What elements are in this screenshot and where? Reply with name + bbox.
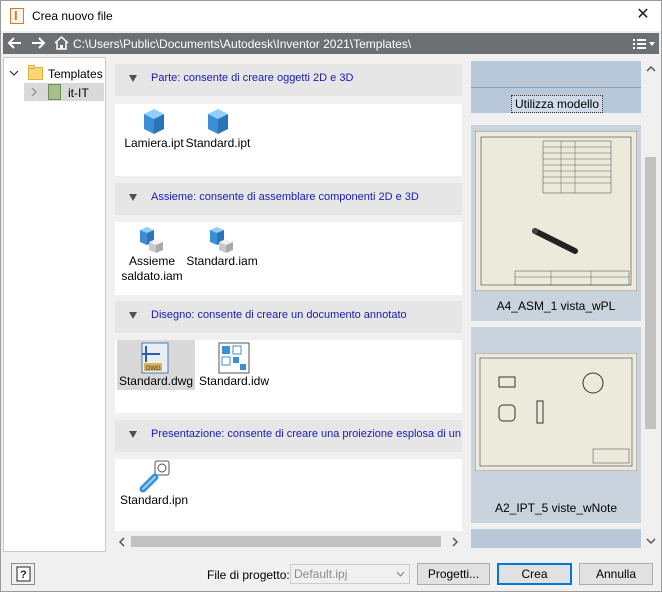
collapse-triangle-icon[interactable]: [129, 194, 137, 201]
window-title: Crea nuovo file: [32, 9, 113, 23]
horizontal-scrollbar[interactable]: [115, 533, 462, 550]
scroll-left-icon[interactable]: [118, 537, 126, 547]
section-header-drawing[interactable]: Disegno: consente di creare un documento…: [115, 301, 462, 333]
section-body-assembly: Assieme saldato.iam Standard.iam: [115, 222, 462, 295]
template-tile-standard-ipn[interactable]: Standard.ipn: [115, 459, 193, 508]
tree-label-templates: Templates: [48, 67, 103, 81]
chevron-right-icon[interactable]: [30, 87, 38, 97]
path-bar: C:\Users\Public\Documents\Autodesk\Inven…: [3, 33, 659, 54]
tree-item-templates[interactable]: Templates: [6, 64, 105, 82]
project-file-value: Default.ipj: [294, 567, 348, 581]
section-title-assembly: Assieme: consente di assemblare componen…: [151, 191, 419, 203]
collapse-triangle-icon[interactable]: [129, 431, 137, 438]
help-icon: ?: [16, 566, 31, 582]
presentation-icon: [139, 460, 170, 493]
section-body-part: Lamiera.ipt Standard.ipt: [115, 104, 462, 176]
section-title-part: Parte: consente di creare oggetti 2D e 3…: [151, 72, 354, 84]
section-header-assembly[interactable]: Assieme: consente di assemblare componen…: [115, 183, 462, 215]
section-header-part[interactable]: Parte: consente di creare oggetti 2D e 3…: [115, 64, 462, 96]
tree-label-it-it: it-IT: [68, 86, 89, 100]
idw-icon: [218, 342, 250, 374]
view-options-icon[interactable]: [631, 36, 657, 51]
inventor-app-icon: [10, 8, 24, 24]
scroll-thumb[interactable]: [645, 157, 656, 429]
section-title-presentation: Presentazione: consente di creare una pr…: [151, 428, 462, 440]
chevron-down-icon: [396, 571, 405, 577]
project-file-select[interactable]: Default.ipj: [290, 564, 410, 584]
preview-caption: A4_ASM_1 vista_wPL: [496, 299, 616, 313]
locale-folder-icon: [48, 84, 61, 100]
template-label: Standard.ipn: [119, 493, 189, 507]
chevron-down-icon[interactable]: [9, 68, 19, 78]
assembly-icon: [140, 227, 163, 253]
help-button[interactable]: ?: [11, 563, 35, 585]
preview-top-partial: Utilizza modello: [471, 61, 641, 113]
template-list: Parte: consente di creare oggetti 2D e 3…: [115, 61, 462, 548]
title-bar: Crea nuovo file ✕: [1, 1, 661, 31]
section-body-presentation: Standard.ipn: [115, 459, 462, 531]
close-icon[interactable]: ✕: [633, 5, 653, 25]
section-header-presentation[interactable]: Presentazione: consente di creare una pr…: [115, 420, 462, 452]
scroll-right-icon[interactable]: [451, 537, 459, 547]
template-label: Standard.iam: [186, 254, 258, 268]
section-title-drawing: Disegno: consente di creare un documento…: [151, 309, 407, 321]
template-label: Standard.idw: [198, 374, 270, 388]
collapse-triangle-icon[interactable]: [129, 312, 137, 319]
home-icon[interactable]: [54, 35, 69, 50]
use-template-button[interactable]: Utilizza modello: [511, 95, 603, 113]
folder-tree: Templates it-IT: [3, 57, 106, 552]
preview-caption: A2_IPT_5 viste_wNote: [494, 501, 618, 515]
preview-panel: Utilizza modello A4_ASM_1 vista_wPL A2_I…: [470, 61, 642, 548]
cancel-button[interactable]: Annulla: [579, 563, 653, 585]
scroll-down-icon[interactable]: [646, 537, 656, 545]
template-tile-assieme-saldato[interactable]: Assieme saldato.iam: [115, 224, 191, 284]
template-tile-standard-iam[interactable]: Standard.iam: [183, 224, 261, 269]
part-icon: [144, 109, 164, 134]
part-icon: [208, 109, 228, 134]
template-label: Standard.ipt: [185, 136, 251, 150]
preview-line: [471, 87, 641, 88]
back-arrow-icon[interactable]: [7, 36, 23, 50]
template-label: Assieme saldato.iam: [121, 254, 183, 283]
section-body-drawing: DWG Standard.dwg Standard.idw: [115, 340, 462, 413]
preview-bottom-partial: [471, 529, 641, 548]
scroll-thumb[interactable]: [131, 536, 441, 547]
project-file-label: File di progetto:: [207, 568, 290, 582]
dwg-icon: DWG: [141, 342, 169, 374]
projects-button[interactable]: Progetti...: [417, 563, 490, 585]
scroll-up-icon[interactable]: [646, 65, 656, 73]
dialog-window: Crea nuovo file ✕ C:\Users\Public\Docume…: [0, 0, 662, 592]
drawing-thumbnail: [475, 353, 637, 471]
template-tile-standard-ipt[interactable]: Standard.ipt: [179, 106, 257, 151]
template-tile-standard-dwg[interactable]: DWG Standard.dwg: [117, 340, 195, 390]
preview-card-a2-ipt[interactable]: A2_IPT_5 viste_wNote: [471, 327, 641, 523]
preview-card-a4-asm[interactable]: A4_ASM_1 vista_wPL: [471, 125, 641, 321]
vertical-scrollbar[interactable]: [642, 61, 659, 549]
template-label: Standard.dwg: [118, 374, 194, 388]
tree-item-it-it[interactable]: it-IT: [24, 83, 104, 101]
drawing-thumbnail: [475, 131, 637, 291]
template-tile-standard-idw[interactable]: Standard.idw: [195, 340, 273, 389]
create-button[interactable]: Crea: [497, 563, 572, 585]
footer-bar: ? File di progetto: Default.ipj Progetti…: [1, 557, 661, 591]
svg-text:?: ?: [20, 569, 27, 581]
svg-text:DWG: DWG: [146, 366, 161, 372]
current-path: C:\Users\Public\Documents\Autodesk\Inven…: [73, 37, 412, 51]
assembly-icon: [210, 227, 233, 253]
forward-arrow-icon[interactable]: [30, 36, 46, 50]
collapse-triangle-icon[interactable]: [129, 75, 137, 82]
folder-icon: [28, 65, 43, 80]
